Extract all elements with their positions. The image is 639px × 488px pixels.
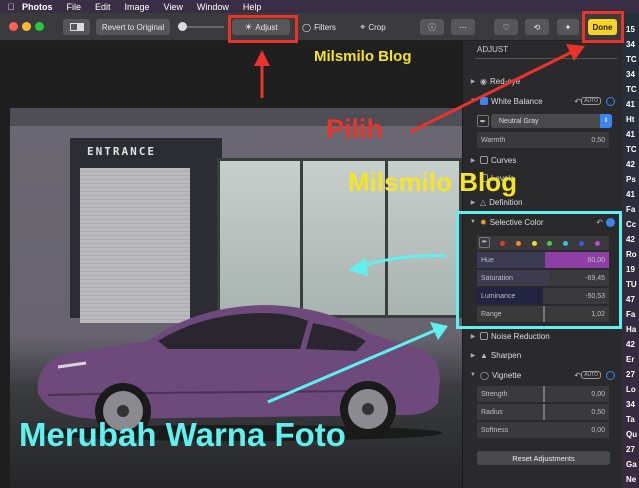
annotation-pilih: Pilih [326,114,384,144]
screen:  Photos File Edit Image View Window Hel… [0,0,639,488]
arrow-from-caption [267,322,448,404]
arrow-to-done [409,44,585,134]
annotation-arrows [254,44,585,404]
watermark-text-large: Milsmilo Blog [348,167,517,197]
arrow-up-to-adjust [254,50,270,98]
annotation-caption: Merubah Warna Foto [19,416,346,453]
watermark-text: Milsmilo Blog [314,48,412,65]
arrow-to-car [348,254,447,276]
